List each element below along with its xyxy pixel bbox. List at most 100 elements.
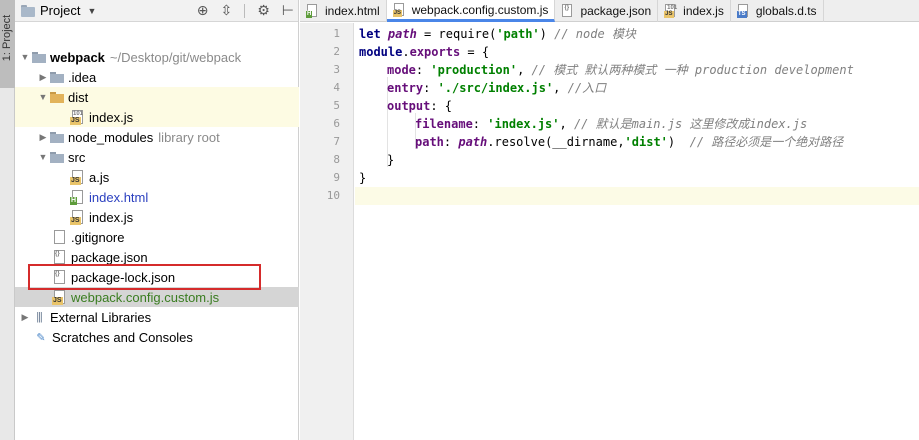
js-file-icon: JS [70,169,86,185]
tool-window-strip: 1: Project [0,0,15,440]
project-folder-icon [21,4,36,17]
token: , [517,63,532,77]
folder-icon [49,129,65,145]
token: . [487,135,495,149]
token: : [472,117,488,131]
token: path [415,135,444,149]
tree-item-label: index.js [89,109,134,125]
toolbar-divider [244,3,246,18]
gear-icon[interactable]: ⚙ [257,2,270,19]
tree-item-label: package.json [71,249,148,265]
folder-icon [49,69,65,85]
token: : [415,63,431,77]
token: output [387,99,431,113]
code-line-9: } [359,169,919,187]
folder-icon [49,149,65,165]
line-number: 6 [333,117,340,130]
token: // 模式 默认两种模式 一种 production development [531,63,854,77]
tab-index-js[interactable]: 101 JS index.js [658,0,731,22]
tree-item-external-libraries[interactable]: ▶ ||| External Libraries [15,307,299,327]
tree-item-scratches[interactable]: ✎ Scratches and Consoles [15,327,299,347]
tree-item-idea[interactable]: ▶ .idea [15,67,299,87]
token: = { [460,45,490,59]
token: filename [415,117,473,131]
tab-index-html[interactable]: H index.html [300,0,387,22]
tree-item-path: ~/Desktop/git/webpack [109,49,242,65]
folder-icon [31,49,47,65]
html-file-icon: H [306,4,320,18]
project-panel: Project ▼ ⊕ ⇳ ⚙ ⊢ ▼ webpack ~/Desktop/gi… [15,0,299,440]
token: './src/index.js' [437,81,554,95]
token: resolve(__dirname, [494,135,625,149]
tree-item-annotation: library root [158,129,220,145]
tab-label: globals.d.ts [755,4,817,18]
binary-js-file-icon: 101 JS [70,110,84,125]
tree-item-src[interactable]: ▼ src [15,147,299,167]
tree-item-gitignore[interactable]: .gitignore [15,227,299,247]
chevron-down-icon[interactable]: ▼ [37,92,49,102]
ts-file-icon: TS [736,4,751,18]
token: } [359,171,367,185]
json-file-icon: {} [561,4,575,18]
token: : [443,135,459,149]
editor-tab-bar: H index.html JS webpack.config.custom.js… [300,0,919,22]
tree-item-label: webpack.config.custom.js [71,289,220,305]
tree-item-label: a.js [89,169,110,185]
project-view-selector[interactable]: Project ▼ [21,3,96,18]
hide-panel-icon[interactable]: ⊢ [282,2,294,19]
project-tool-tab[interactable]: 1: Project [0,0,15,88]
token: // 默认是main.js 这里修改成index.js [573,117,808,131]
chevron-right-icon[interactable]: ▶ [37,72,49,83]
token: : { [430,99,453,113]
tree-item-webpack-config-custom-js[interactable]: JS webpack.config.custom.js [15,287,299,307]
tab-label: webpack.config.custom.js [411,2,549,17]
js-file-icon: JS [52,289,68,305]
token: . [402,45,410,59]
tab-globals-d-ts[interactable]: TS globals.d.ts [731,0,824,22]
line-number: 8 [333,153,340,166]
project-panel-title: Project [40,3,81,18]
token: 'dist' [624,135,668,149]
token: path [458,135,488,149]
tree-item-a-js[interactable]: JS a.js [15,167,299,187]
code-editor[interactable]: let path = require('path') // node 模块 mo… [355,23,919,440]
project-tool-label: 1: Project [1,14,13,62]
token: // node 模块 [546,27,636,41]
html-file-icon: H [70,189,86,205]
token: module [359,45,403,59]
tree-item-label: .idea [68,69,97,85]
token: mode [387,63,416,77]
tab-package-json[interactable]: {} package.json [555,0,659,22]
locate-icon[interactable]: ⊕ [197,2,209,19]
collapse-all-icon[interactable]: ⇳ [221,2,233,19]
code-line-3: mode: 'production', // 模式 默认两种模式 一种 prod… [387,61,919,79]
tree-item-label: .gitignore [71,229,125,245]
tree-item-dist-index-js[interactable]: 101 JS index.js [15,107,299,127]
token: 'index.js' [487,117,560,131]
tree-item-index-html[interactable]: H index.html [15,187,299,207]
tree-item-dist[interactable]: ▼ dist [15,87,299,107]
token: , [553,81,568,95]
tree-item-webpack[interactable]: ▼ webpack ~/Desktop/git/webpack [15,47,299,67]
chevron-right-icon[interactable]: ▶ [37,132,49,143]
tab-webpack-config-custom-js[interactable]: JS webpack.config.custom.js [386,0,556,22]
token: require( [438,27,497,41]
tree-item-label: webpack [50,49,105,65]
line-number-gutter[interactable]: 1 2 3 4 5 6 7 8 9 10 [300,23,354,440]
js-file-icon: JS [70,209,86,225]
chevron-down-icon[interactable]: ▼ [37,152,49,162]
chevron-right-icon[interactable]: ▶ [19,312,31,323]
token: // 路径必须是一个绝对路径 [675,135,844,149]
tree-item-node-modules[interactable]: ▶ node_modules library root [15,127,299,147]
tree-item-src-index-js[interactable]: JS index.js [15,207,299,227]
tree-item-label: index.js [89,209,134,225]
token: 'path' [496,27,540,41]
token: exports [409,45,461,59]
token: 'production' [430,63,518,77]
chevron-down-icon[interactable]: ▼ [19,52,31,62]
token: entry [387,81,424,95]
line-number: 1 [333,27,340,40]
code-line-10-current [355,187,919,205]
line-number: 9 [333,171,340,184]
line-number: 7 [333,135,340,148]
